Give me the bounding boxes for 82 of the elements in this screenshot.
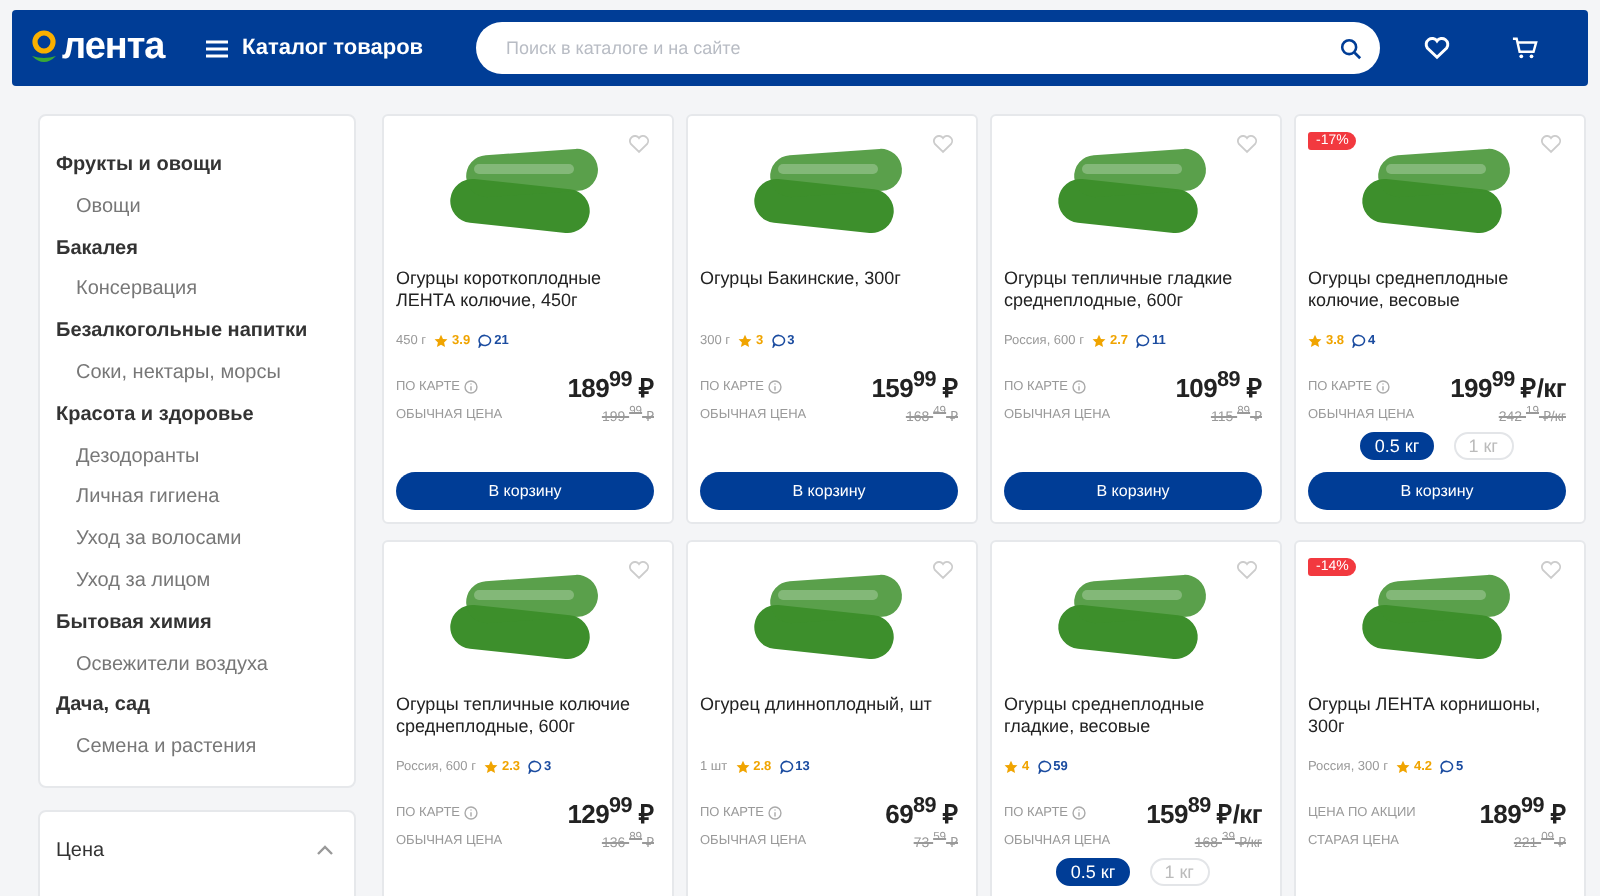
- cart-button[interactable]: [1511, 36, 1537, 60]
- cart-icon: [1511, 36, 1537, 60]
- product-price: 189$^{99}$ ₽: [567, 368, 654, 405]
- product-price: 69$^{89}$ ₽: [885, 794, 958, 831]
- product-title[interactable]: Огурцы тепличные колючие среднеплодные, 600г: [396, 694, 654, 754]
- product-price: 129$^{99}$ ₽: [567, 794, 654, 831]
- product-price: 199$^{99}$ ₽/кг: [1450, 368, 1566, 405]
- price-filter-title: Цена: [56, 839, 105, 862]
- chevron-icon: [316, 844, 334, 857]
- product-title[interactable]: Огурцы тепличные гладкие среднеплодные, 600г: [1004, 268, 1262, 328]
- heart-icon: [932, 560, 954, 580]
- heart-icon: [1540, 560, 1562, 580]
- subcategory-link[interactable]: Личная гигиена: [56, 478, 338, 521]
- subcategory-link[interactable]: Соки, нектары, морсы: [56, 353, 338, 396]
- subcategory-link[interactable]: Дезодоранты: [56, 437, 338, 479]
- favorite-button[interactable]: [932, 560, 954, 580]
- product-title[interactable]: Огурцы среднеплодные колючие, весовые: [1308, 268, 1566, 328]
- comment-icon: [1352, 333, 1367, 347]
- heart-icon: [628, 560, 650, 580]
- logo-icon: [30, 30, 58, 66]
- category-heading[interactable]: Дача, сад: [56, 686, 338, 729]
- favorite-button[interactable]: [628, 560, 650, 580]
- weight-option[interactable]: 0.5 кг: [1360, 431, 1434, 460]
- category-heading[interactable]: Бытовая химия: [56, 603, 338, 646]
- comment-icon: [478, 333, 493, 347]
- product-title[interactable]: Огурцы среднеплодные гладкие, весовые: [1004, 694, 1262, 754]
- heart-icon: [1423, 36, 1449, 60]
- comment-icon: [1136, 333, 1150, 347]
- favorite-button[interactable]: [1540, 134, 1562, 154]
- category-heading[interactable]: Безалкогольные напитки: [56, 312, 338, 354]
- star-icon: [1004, 759, 1018, 773]
- catalog-button[interactable]: Каталог товаров: [206, 36, 476, 60]
- product-price: 189$^{99}$ ₽: [1479, 794, 1566, 831]
- category-heading[interactable]: Красота и здоровье: [56, 395, 338, 438]
- product-price: 159$^{89}$ ₽/кг: [1146, 794, 1262, 831]
- product-title[interactable]: Огурцы Бакинские, 300г: [700, 268, 958, 328]
- heart-icon: [1236, 134, 1258, 154]
- search-field[interactable]: Поиск в каталоге и на сайте: [476, 22, 1380, 74]
- product-title[interactable]: Огурец длинноплодный, шт: [700, 694, 958, 754]
- star-icon: [1308, 333, 1322, 347]
- favorite-button[interactable]: [1236, 560, 1258, 580]
- logo-text: лента: [62, 26, 165, 70]
- comment-icon: [1037, 759, 1052, 773]
- subcategory-link[interactable]: Освежители воздуха: [56, 645, 338, 687]
- favorites-button[interactable]: [1423, 36, 1449, 60]
- star-icon: [434, 333, 449, 347]
- category-heading[interactable]: Фрукты и овощи: [56, 146, 338, 188]
- heart-icon: [932, 134, 954, 154]
- subcategory-link[interactable]: Уход за лицом: [56, 561, 338, 604]
- star-icon: [735, 759, 750, 773]
- category-heading[interactable]: Бакалея: [56, 229, 338, 271]
- add-to-cart-button[interactable]: В корзину: [1308, 472, 1566, 510]
- star-icon: [483, 759, 498, 773]
- favorite-button[interactable]: [1540, 560, 1562, 580]
- heart-icon: [1540, 134, 1562, 154]
- price-filter-panel[interactable]: Цена: [38, 809, 356, 896]
- add-to-cart-button[interactable]: В корзину: [396, 472, 654, 510]
- star-icon: [1091, 333, 1106, 347]
- favorite-button[interactable]: [932, 134, 954, 154]
- subcategory-link[interactable]: Уход за волосами: [56, 520, 338, 562]
- product-title[interactable]: Огурцы короткоплодные ЛЕНТА колючие, 450г: [396, 268, 654, 328]
- comment-icon: [779, 759, 794, 773]
- add-to-cart-button[interactable]: В корзину: [700, 472, 958, 510]
- favorite-button[interactable]: [628, 134, 650, 154]
- favorite-button[interactable]: [1236, 134, 1258, 154]
- heart-icon: [1236, 560, 1258, 580]
- menu-icon: [206, 39, 228, 57]
- subcategory-link[interactable]: Семена и растения: [56, 728, 338, 770]
- star-icon: [1395, 759, 1410, 773]
- subcategory-link[interactable]: Овощи: [56, 187, 338, 230]
- comment-icon: [528, 759, 542, 773]
- heart-icon: [628, 134, 650, 154]
- product-price: 159$^{99}$ ₽: [871, 368, 958, 405]
- weight-option[interactable]: 0.5 кг: [1056, 857, 1130, 886]
- product-title[interactable]: Огурцы ЛЕНТА корнишоны, 300г: [1308, 694, 1566, 754]
- search-icon: [1340, 38, 1362, 60]
- subcategory-link[interactable]: Консервация: [56, 270, 338, 313]
- comment-icon: [1440, 759, 1454, 773]
- product-price: 109$^{89}$ ₽: [1175, 368, 1262, 405]
- comment-icon: [771, 333, 786, 347]
- add-to-cart-button[interactable]: В корзину: [1004, 472, 1262, 510]
- star-icon: [738, 333, 753, 347]
